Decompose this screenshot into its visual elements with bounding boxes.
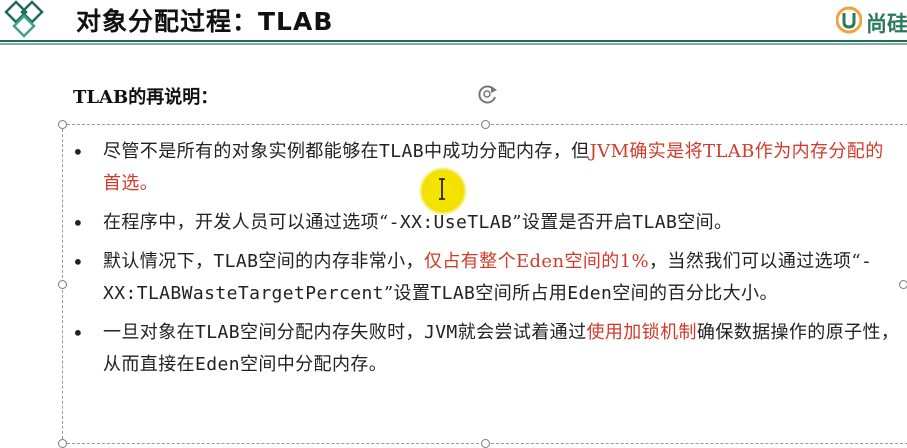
resize-handle-left-middle[interactable]	[58, 280, 67, 289]
bullet-item: • 在程序中，开发人员可以通过选项“-XX:UseTLAB”设置是否开启TLAB…	[70, 207, 900, 239]
bullet-list: • 尽管不是所有的对象实例都能够在TLAB中成功分配内存，但JVM确实是将TLA…	[70, 136, 900, 388]
bullet-item: • 尽管不是所有的对象实例都能够在TLAB中成功分配内存，但JVM确实是将TLA…	[70, 136, 900, 200]
brand-logo-icon	[836, 6, 862, 34]
slide-header: 对象分配过程：TLAB 尚硅	[0, 0, 907, 40]
bullet-item: • 默认情况下，TLAB空间的内存非常小，仅占有整个Eden空间的1%，当然我们…	[70, 246, 900, 310]
section-subtitle: TLAB的再说明：	[73, 87, 219, 108]
bullet-item: • 一旦对象在TLAB空间分配内存失败时，JVM就会尝试着通过使用加锁机制确保数…	[70, 317, 900, 381]
brand-logo: 尚硅	[836, 6, 907, 36]
resize-handle-right-middle[interactable]	[899, 280, 907, 289]
brand-text: 尚硅	[866, 12, 907, 36]
page-title: 对象分配过程：TLAB	[76, 7, 334, 36]
resize-handle-top-middle[interactable]	[481, 120, 490, 129]
resize-handle-bottom-left[interactable]	[58, 439, 67, 448]
bullet-dot: •	[72, 140, 85, 164]
bullet-text: 尽管不是所有的对象实例都能够在TLAB中成功分配内存，但JVM确实是将TLAB作…	[103, 141, 884, 194]
resize-handle-bottom-middle[interactable]	[481, 439, 490, 448]
bullet-text: 默认情况下，TLAB空间的内存非常小，仅占有整个Eden空间的1%，当然我们可以…	[103, 251, 873, 304]
diamond-logo-icon	[4, 0, 44, 38]
resize-handle-top-left[interactable]	[58, 120, 67, 129]
header-divider-secondary	[0, 43, 907, 45]
bullet-dot: •	[72, 211, 85, 235]
text-cursor-icon	[439, 178, 445, 200]
bullet-text: 一旦对象在TLAB空间分配内存失败时，JVM就会尝试着通过使用加锁机制确保数据操…	[103, 322, 900, 375]
bullet-dot: •	[72, 321, 85, 345]
bullet-text: 在程序中，开发人员可以通过选项“-XX:UseTLAB”设置是否开启TLAB空间…	[103, 212, 733, 233]
bullet-dot: •	[72, 250, 85, 274]
rotate-handle-icon[interactable]	[476, 82, 500, 106]
header-divider	[0, 40, 907, 42]
